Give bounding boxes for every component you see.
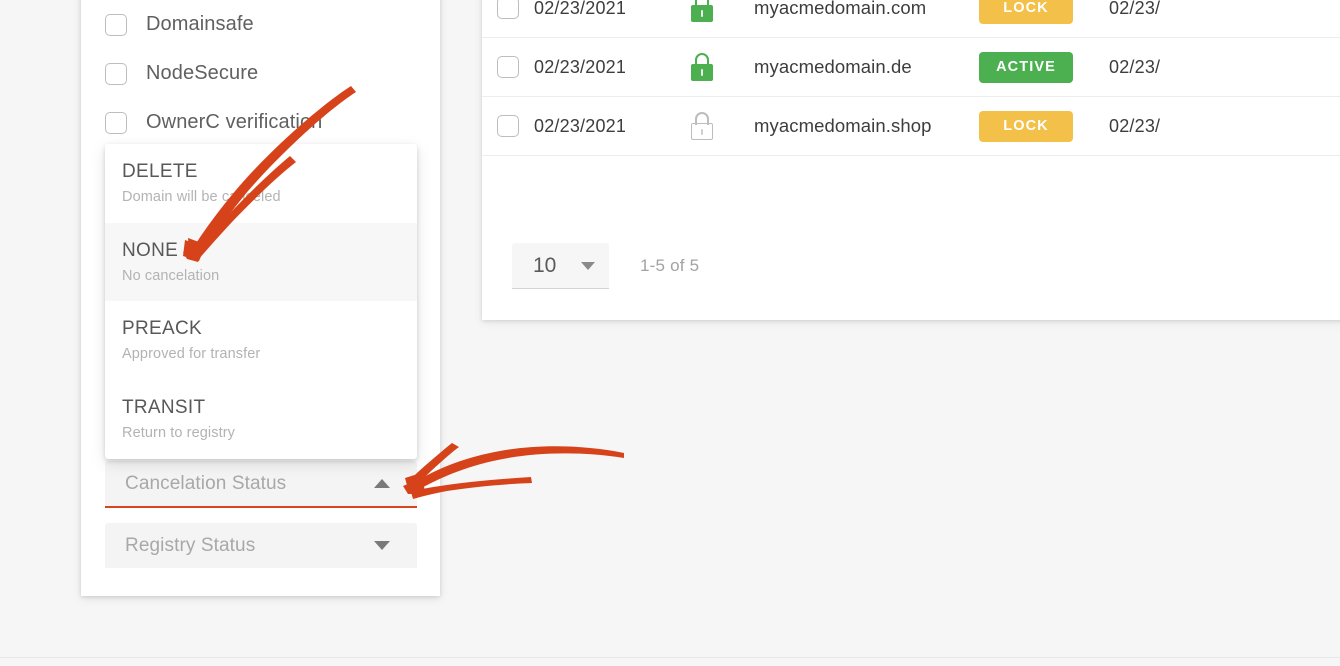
filter-option-label: NodeSecure <box>146 62 259 84</box>
dropdown-option-subtitle: Approved for transfer <box>122 346 261 363</box>
row-date-updated: 02/23/ <box>1109 0 1161 18</box>
table-row[interactable]: 02/23/2021 myacmedomain.shop LOCK 02/23/ <box>482 97 1340 156</box>
row-date-updated: 02/23/ <box>1109 115 1161 136</box>
lock-icon <box>690 0 713 22</box>
filter-option-nodesecure[interactable]: NodeSecure <box>105 49 425 98</box>
registry-status-select[interactable]: Registry Status <box>105 523 417 568</box>
row-checkbox[interactable] <box>497 56 519 78</box>
row-checkbox[interactable] <box>497 0 519 19</box>
dropdown-option-transit[interactable]: TRANSIT Return to registry <box>105 380 417 459</box>
chevron-up-icon[interactable] <box>374 479 390 488</box>
dropdown-option-title: NONE <box>122 239 179 261</box>
checkbox[interactable] <box>105 111 127 134</box>
status-badge: LOCK <box>979 110 1073 142</box>
select-focus-underline <box>105 506 417 508</box>
row-date-created: 02/23/2021 <box>534 0 627 18</box>
row-date-created: 02/23/2021 <box>534 56 627 77</box>
dropdown-option-delete[interactable]: DELETE Domain will be canceled <box>105 144 417 223</box>
table-row[interactable]: 02/23/2021 myacmedomain.de ACTIVE 02/23/ <box>482 38 1340 97</box>
page-divider <box>0 657 1340 658</box>
page-size-select[interactable]: 10 <box>512 243 609 289</box>
cancelation-status-select[interactable]: Cancelation Status <box>105 461 417 508</box>
dropdown-option-preack[interactable]: PREACK Approved for transfer <box>105 301 417 380</box>
dropdown-option-title: TRANSIT <box>122 397 206 419</box>
row-checkbox-cell[interactable] <box>482 115 534 137</box>
cancelation-status-dropdown: DELETE Domain will be canceled NONE No c… <box>105 144 417 459</box>
dropdown-option-title: PREACK <box>122 318 202 340</box>
chevron-down-icon[interactable] <box>374 541 390 550</box>
row-status-cell: ACTIVE <box>979 51 1109 83</box>
lock-cell <box>649 0 754 22</box>
unlock-icon <box>690 112 713 140</box>
row-status-cell: LOCK <box>979 110 1109 142</box>
dropdown-option-title: DELETE <box>122 161 198 182</box>
row-checkbox-cell[interactable] <box>482 56 534 78</box>
cancelation-status-label: Cancelation Status <box>125 472 287 494</box>
filter-option-domainsafe[interactable]: Domainsafe <box>105 0 425 49</box>
lock-cell <box>649 53 754 81</box>
checkbox[interactable] <box>105 62 127 85</box>
lock-icon <box>690 53 713 81</box>
dropdown-option-subtitle: Return to registry <box>122 425 236 442</box>
filter-option-ownerc-verification[interactable]: OwnerC verification <box>105 98 425 147</box>
screen: 02/23/2021 myacmedomain.ch ACTIVE 02/23/… <box>0 0 1340 666</box>
domains-table-panel: 02/23/2021 myacmedomain.ch ACTIVE 02/23/… <box>482 0 1340 320</box>
row-domain-name: myacmedomain.com <box>754 0 927 18</box>
row-checkbox-cell[interactable] <box>482 0 534 19</box>
page-size-value: 10 <box>533 253 557 277</box>
row-date-created: 02/23/2021 <box>534 115 627 136</box>
pagination: 10 1-5 of 5 <box>512 243 699 289</box>
chevron-down-icon <box>581 261 595 270</box>
status-badge: LOCK <box>979 0 1073 24</box>
row-status-cell: LOCK <box>979 0 1109 24</box>
page-range-label: 1-5 of 5 <box>640 256 700 275</box>
row-domain-name: myacmedomain.de <box>754 56 912 77</box>
lock-cell <box>649 112 754 140</box>
dropdown-option-subtitle: No cancelation <box>122 267 220 284</box>
filter-option-label: OwnerC verification <box>146 111 323 133</box>
table-row[interactable]: 02/23/2021 myacmedomain.com LOCK 02/23/ <box>482 0 1340 38</box>
registry-status-label: Registry Status <box>125 534 256 556</box>
row-checkbox[interactable] <box>497 115 519 137</box>
filter-option-label: Domainsafe <box>146 13 254 35</box>
row-domain-name: myacmedomain.shop <box>754 115 932 136</box>
row-date-updated: 02/23/ <box>1109 56 1161 77</box>
dropdown-option-subtitle: Domain will be canceled <box>122 189 281 205</box>
dropdown-option-none[interactable]: NONE No cancelation <box>105 222 417 302</box>
status-badge: ACTIVE <box>979 51 1073 83</box>
registry-status-field[interactable]: Registry Status <box>105 523 417 568</box>
cancelation-status-field[interactable]: Cancelation Status <box>105 461 417 506</box>
checkbox[interactable] <box>105 13 127 36</box>
